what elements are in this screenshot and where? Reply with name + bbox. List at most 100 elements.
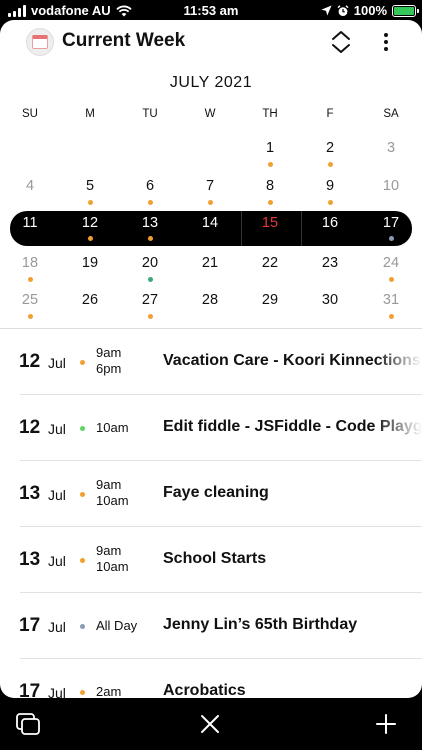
location-icon	[321, 5, 332, 16]
day-cell[interactable]: 13	[120, 211, 180, 249]
weekday-label: F	[326, 108, 334, 120]
day-cell[interactable]: 6	[120, 176, 180, 214]
day-cell[interactable]: 23	[300, 253, 360, 291]
event-row[interactable]: 13 Jul 9am 10am School Starts	[0, 527, 422, 593]
event-time: 9am	[96, 345, 122, 360]
bottom-toolbar	[0, 698, 422, 750]
weekday-label: W	[204, 108, 216, 120]
event-time: 9am	[96, 477, 122, 492]
tabs-icon[interactable]	[16, 713, 42, 737]
day-cell[interactable]: 12	[60, 211, 120, 249]
event-indicator-dot	[88, 200, 93, 205]
event-row[interactable]: 17 Jul 2am Acrobatics	[0, 659, 422, 698]
event-title: Vacation Care - Koori Kinnections	[163, 352, 421, 369]
event-row[interactable]: 12 Jul 10am Edit fiddle - JSFiddle - Code P…	[0, 395, 422, 461]
day-number: 3	[386, 140, 396, 156]
event-title: Faye cleaning	[163, 484, 269, 501]
day-cell[interactable]: 16	[300, 211, 360, 249]
day-number: 15	[261, 215, 279, 231]
day-cell[interactable]: 22	[240, 253, 300, 291]
weekday-label: SU	[22, 108, 38, 120]
day-cell[interactable]: 19	[60, 253, 120, 291]
day-cell[interactable]: 11	[0, 211, 60, 249]
alarm-icon	[337, 4, 349, 16]
event-indicator-dot	[389, 314, 394, 319]
day-number: 13	[141, 215, 159, 231]
day-cell[interactable]: 26	[60, 290, 120, 328]
event-row[interactable]: 13 Jul 9am 10am Faye cleaning	[0, 461, 422, 527]
event-times: All Day	[96, 618, 137, 634]
event-day: 17	[19, 681, 41, 698]
day-cell[interactable]: 2	[300, 138, 360, 176]
event-times: 9am 6pm	[96, 345, 121, 377]
day-cell[interactable]: 28	[180, 290, 240, 328]
event-title: Acrobatics	[163, 682, 246, 698]
day-cell[interactable]: 17	[361, 211, 421, 249]
calendar-app-icon[interactable]	[26, 28, 54, 56]
event-indicator-dot	[389, 277, 394, 282]
page-title: Current Week	[62, 30, 186, 51]
day-cell[interactable]: 20	[120, 253, 180, 291]
day-cell[interactable]: 18	[0, 253, 60, 291]
battery-icon	[392, 4, 419, 17]
event-indicator-dot	[148, 200, 153, 205]
event-day: 12	[19, 351, 41, 372]
event-month: Jul	[48, 421, 66, 437]
event-times: 9am 10am	[96, 543, 129, 575]
day-cell[interactable]: 25	[0, 290, 60, 328]
expand-collapse-icon[interactable]	[329, 28, 353, 56]
day-number: 6	[145, 178, 155, 194]
event-month: Jul	[48, 487, 66, 503]
event-indicator-dot	[268, 162, 273, 167]
day-cell[interactable]: 30	[300, 290, 360, 328]
event-indicator-dot	[148, 236, 153, 241]
day-cell[interactable]: 31	[361, 290, 421, 328]
day-cell[interactable]: 5	[60, 176, 120, 214]
day-number: 8	[265, 178, 275, 194]
day-number: 17	[382, 215, 400, 231]
event-day: 12	[19, 417, 41, 438]
event-indicator-dot	[268, 200, 273, 205]
event-color-dot	[80, 426, 85, 431]
day-number: 24	[382, 255, 400, 271]
day-cell[interactable]: 29	[240, 290, 300, 328]
event-month: Jul	[48, 355, 66, 371]
day-cell[interactable]: 27	[120, 290, 180, 328]
event-indicator-dot	[328, 200, 333, 205]
day-cell[interactable]: 24	[361, 253, 421, 291]
day-number: 23	[321, 255, 339, 271]
day-cell-today[interactable]: 15	[240, 211, 300, 249]
day-number: 20	[141, 255, 159, 271]
event-title: Edit fiddle - JSFiddle - Code Playground	[163, 418, 422, 435]
day-cell[interactable]: 21	[180, 253, 240, 291]
event-row[interactable]: 17 Jul All Day Jenny Lin’s 65th Birthday	[0, 593, 422, 659]
day-cell[interactable]: 9	[300, 176, 360, 214]
event-time: 9am	[96, 543, 122, 558]
event-indicator-dot	[88, 236, 93, 241]
day-number: 27	[141, 292, 159, 308]
event-time: 6pm	[96, 361, 122, 376]
event-color-dot	[80, 624, 85, 629]
day-cell[interactable]: 7	[180, 176, 240, 214]
day-cell[interactable]: 14	[180, 211, 240, 249]
day-number: 21	[201, 255, 219, 271]
day-cell[interactable]: 1	[240, 138, 300, 176]
weekday-header: SU M TU W TH F SA	[0, 108, 422, 124]
status-right: 100%	[321, 3, 419, 18]
event-month: Jul	[48, 685, 66, 698]
day-cell[interactable]: 4	[0, 176, 60, 214]
weekday-label: TU	[142, 108, 158, 120]
day-cell[interactable]: 10	[361, 176, 421, 214]
close-icon[interactable]	[199, 713, 221, 735]
event-row[interactable]: 12 Jul 9am 6pm Vacation Care - Koori Kinnect…	[0, 329, 422, 395]
battery-percent: 100%	[353, 3, 387, 18]
day-cell[interactable]: 8	[240, 176, 300, 214]
header: Current Week	[0, 20, 422, 66]
day-cell[interactable]: 3	[361, 138, 421, 176]
event-color-dot	[80, 558, 85, 563]
event-times: 2am	[96, 684, 121, 698]
more-vertical-icon[interactable]	[376, 28, 396, 56]
add-icon[interactable]	[375, 713, 397, 735]
event-time: 2am	[96, 684, 122, 698]
day-number: 29	[261, 292, 279, 308]
